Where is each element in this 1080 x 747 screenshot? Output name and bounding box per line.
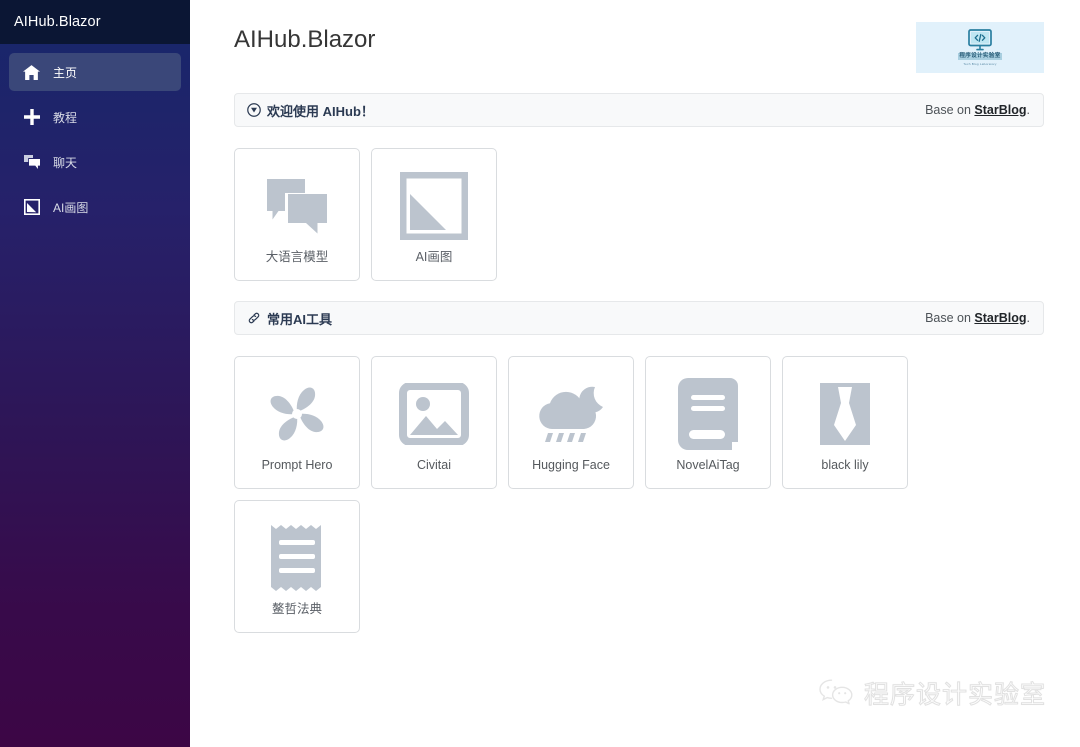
sidebar-brand[interactable]: AIHub.Blazor	[0, 0, 190, 44]
sidebar-item-chat[interactable]: 聊天	[9, 143, 181, 181]
tie-icon	[814, 375, 876, 453]
section-welcome-header: 欢迎使用 AIHub！ Base on StarBlog.	[234, 93, 1044, 127]
tile-aidraw[interactable]: AI画图	[371, 148, 497, 281]
app-root: AIHub.Blazor 主页 教程 聊天 AI画图 AIHub.Blazor …	[0, 0, 1080, 747]
tile-novelaitag[interactable]: NovelAiTag	[645, 356, 771, 489]
plus-icon	[23, 109, 40, 126]
tile-civitai[interactable]: Civitai	[371, 356, 497, 489]
cloud-moon-rain-icon	[535, 375, 607, 453]
sidebar-item-label-chat: 聊天	[53, 155, 78, 170]
section-welcome-title-group: 欢迎使用 AIHub！	[247, 101, 374, 120]
section-welcome: 欢迎使用 AIHub！ Base on StarBlog. 大语言模型 AI画图	[190, 93, 1080, 281]
tile-prompt-hero[interactable]: Prompt Hero	[234, 356, 360, 489]
image-frame-icon	[399, 375, 469, 453]
section-tools-header: 常用AI工具 Base on StarBlog.	[234, 301, 1044, 335]
wechat-icon	[818, 678, 856, 708]
credit-prefix: Base on	[925, 103, 975, 117]
tile-label-novelaitag: NovelAiTag	[676, 458, 740, 472]
picture-icon	[400, 167, 468, 245]
sidebar-item-tutorial[interactable]: 教程	[9, 98, 181, 136]
logo-cn-text: 程序设计实验室	[958, 53, 1002, 60]
section-tools-credit: Base on StarBlog.	[925, 311, 1030, 325]
brand-logo-banner[interactable]: 程序设计实验室 Tech Blog Laboratory	[916, 22, 1044, 73]
tile-label-hugging-face: Hugging Face	[532, 458, 610, 472]
receipt-icon	[267, 519, 327, 597]
sidebar-item-label-aidraw: AI画图	[53, 200, 89, 215]
starblog-link-2[interactable]: StarBlog	[974, 311, 1026, 325]
page-title: AIHub.Blazor	[234, 26, 376, 53]
tile-label-aidraw: AI画图	[415, 250, 453, 264]
section-tools-title-group: 常用AI工具	[247, 309, 332, 328]
welcome-tile-row: 大语言模型 AI画图	[234, 148, 1044, 281]
home-icon	[23, 64, 40, 81]
sidebar-nav: 主页 教程 聊天 AI画图	[0, 44, 190, 226]
credit-suffix: .	[1026, 103, 1030, 117]
watermark: 程序设计实验室	[818, 675, 1046, 711]
page-header: AIHub.Blazor 程序设计实验室 Tech Blog Laborator…	[190, 0, 1080, 73]
tile-label-prompt-hero: Prompt Hero	[261, 458, 333, 472]
chat-icon	[23, 154, 40, 171]
sidebar: AIHub.Blazor 主页 教程 聊天 AI画图	[0, 0, 190, 747]
main-content: AIHub.Blazor 程序设计实验室 Tech Blog Laborator…	[190, 0, 1080, 747]
tile-fadian[interactable]: 鳌哲法典	[234, 500, 360, 633]
tile-hugging-face[interactable]: Hugging Face	[508, 356, 634, 489]
credit-suffix-2: .	[1026, 311, 1030, 325]
link-icon	[247, 311, 261, 325]
tile-llm[interactable]: 大语言模型	[234, 148, 360, 281]
chat-bubbles-icon	[261, 167, 333, 245]
image-icon	[23, 199, 40, 216]
sidebar-item-aidraw[interactable]: AI画图	[9, 188, 181, 226]
sidebar-brand-label: AIHub.Blazor	[14, 14, 101, 30]
tile-label-black-lily: black lily	[821, 458, 869, 472]
code-monitor-icon	[968, 29, 992, 51]
section-tools: 常用AI工具 Base on StarBlog. Prompt Hero Civ…	[190, 301, 1080, 633]
tile-label-llm: 大语言模型	[265, 250, 329, 264]
watermark-text: 程序设计实验室	[863, 680, 1046, 710]
credit-prefix-2: Base on	[925, 311, 975, 325]
starblog-link[interactable]: StarBlog	[974, 103, 1026, 117]
tools-tile-row: Prompt Hero Civitai Hugging Face NovelAi…	[234, 356, 1044, 633]
tile-label-civitai: Civitai	[416, 458, 452, 472]
compass-icon	[247, 103, 261, 117]
section-tools-title: 常用AI工具	[267, 311, 333, 327]
tile-label-fadian: 鳌哲法典	[271, 602, 322, 616]
fan-icon	[262, 375, 332, 453]
section-welcome-title: 欢迎使用 AIHub！	[267, 103, 374, 119]
sidebar-item-home[interactable]: 主页	[9, 53, 181, 91]
sidebar-item-label-tutorial: 教程	[53, 110, 78, 125]
section-welcome-credit: Base on StarBlog.	[925, 103, 1030, 117]
logo-en-text: Tech Blog Laboratory	[963, 62, 997, 66]
sidebar-item-label-home: 主页	[53, 65, 78, 80]
book-icon	[678, 375, 738, 453]
tile-black-lily[interactable]: black lily	[782, 356, 908, 489]
